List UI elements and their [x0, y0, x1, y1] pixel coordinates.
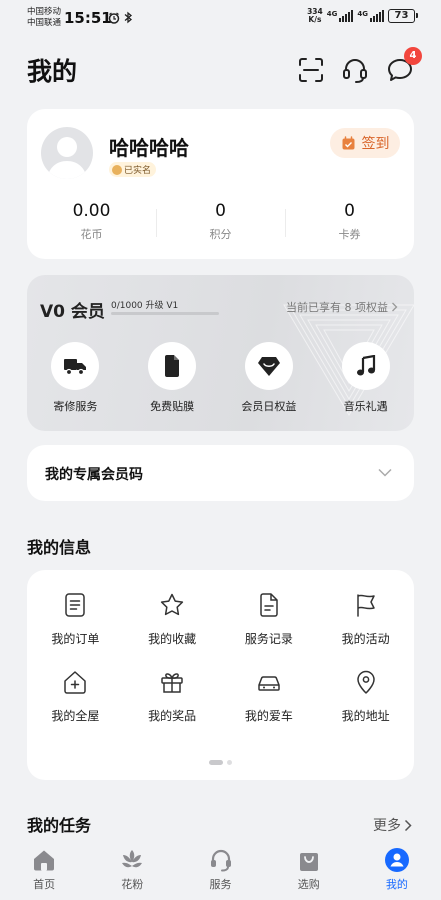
nav-shop[interactable]: 选购	[265, 838, 353, 900]
nav-home[interactable]: 首页	[0, 838, 88, 900]
notification-badge: 4	[404, 47, 422, 65]
service-icon	[210, 849, 231, 872]
stat-points[interactable]: 0 积分	[156, 201, 285, 242]
info-item-activities[interactable]: 我的活动	[317, 592, 414, 647]
avatar[interactable]	[41, 127, 93, 179]
stat-coupons[interactable]: 0 卡券	[285, 201, 414, 242]
carrier-2: 中国联通	[27, 18, 62, 28]
membership-card[interactable]: V0 会员 0/1000 升级 V1 当前已享有 8 项权益 寄修服务 免费贴膜…	[27, 275, 414, 431]
star-icon	[160, 593, 184, 616]
my-info-title: 我的信息	[27, 538, 92, 557]
headset-icon[interactable]	[341, 56, 369, 84]
verified-icon	[112, 164, 122, 175]
profile-stats: 0.00 花币 0 积分 0 卡券	[27, 201, 414, 242]
clock: 15:51	[64, 9, 112, 27]
scan-icon[interactable]	[297, 56, 325, 84]
member-progress-text: 0/1000 升级 V1	[111, 301, 179, 311]
page-title: 我的	[27, 57, 78, 86]
home-icon	[34, 850, 55, 871]
shopping-bag-icon	[299, 853, 318, 871]
avatar-placeholder-icon	[47, 137, 87, 179]
profile-card[interactable]: 哈哈哈哈 已实名 签到 0.00 花币 0 积分 0 卡券	[27, 109, 414, 259]
info-item-whole-house[interactable]: 我的全屋	[27, 669, 124, 724]
phone-film-icon	[165, 355, 180, 377]
house-icon	[64, 671, 87, 694]
gift-icon	[161, 673, 183, 693]
info-item-service-records[interactable]: 服务记录	[221, 592, 318, 647]
more-tasks-link[interactable]: 更多	[373, 815, 412, 835]
page-dot-active	[209, 760, 223, 765]
signal-1-icon: 4G	[327, 10, 354, 22]
location-icon	[356, 670, 375, 694]
status-right: 334 K/s 4G 4G 73	[307, 7, 418, 24]
member-code-row[interactable]: 我的专属会员码	[27, 445, 414, 501]
info-item-orders[interactable]: 我的订单	[27, 592, 124, 647]
alarm-icon	[108, 12, 120, 24]
info-item-favorites[interactable]: 我的收藏	[124, 592, 221, 647]
perk-music[interactable]: 音乐礼遇	[317, 342, 414, 414]
bottom-nav: 首页 花粉 服务 选购 我的	[0, 838, 441, 900]
info-item-address[interactable]: 我的地址	[317, 669, 414, 724]
net-speed: 334 K/s	[307, 7, 323, 24]
verified-badge: 已实名	[109, 162, 157, 177]
service-record-icon	[260, 593, 278, 617]
member-rights-link[interactable]: 当前已享有 8 项权益	[286, 299, 398, 315]
member-perks: 寄修服务 免费贴膜 会员日权益 音乐礼遇	[27, 342, 414, 414]
member-code-label: 我的专属会员码	[45, 467, 143, 483]
page-indicator	[27, 760, 414, 765]
perk-member-day[interactable]: 会员日权益	[221, 342, 318, 414]
nav-fans[interactable]: 花粉	[88, 838, 176, 900]
profile-icon	[384, 848, 409, 872]
info-item-prizes[interactable]: 我的奖品	[124, 669, 221, 724]
chevron-right-icon	[404, 819, 412, 831]
bluetooth-icon	[124, 11, 133, 24]
order-icon	[65, 593, 86, 617]
my-tasks-title: 我的任务	[27, 816, 92, 835]
battery-icon: 73	[388, 9, 418, 23]
calendar-check-icon	[342, 135, 354, 149]
nav-profile[interactable]: 我的	[353, 838, 441, 900]
carrier-1: 中国移动	[27, 7, 62, 17]
chevron-down-icon[interactable]	[378, 468, 392, 477]
stat-coins[interactable]: 0.00 花币	[27, 201, 156, 242]
member-progress-bar	[111, 312, 219, 315]
diamond-icon	[257, 357, 280, 376]
page-dot	[227, 760, 232, 765]
perk-free-film[interactable]: 免费贴膜	[124, 342, 221, 414]
member-level: V0 会员	[40, 302, 105, 322]
status-bar: 中国移动 中国联通 15:51 334 K/s 4G 4G 73	[0, 0, 441, 38]
carrier-info: 中国移动 中国联通	[27, 7, 61, 29]
status-icons	[108, 11, 133, 24]
music-note-icon	[356, 355, 375, 376]
chevron-right-icon	[392, 302, 398, 312]
car-icon	[258, 676, 280, 691]
flower-icon	[122, 850, 143, 868]
nav-service[interactable]: 服务	[176, 838, 264, 900]
info-item-car[interactable]: 我的爱车	[221, 669, 318, 724]
my-info-card: 我的订单 我的收藏 服务记录 我的活动 我的全屋 我的奖品 我的爱车 我的地址	[27, 570, 414, 780]
perk-repair-service[interactable]: 寄修服务	[27, 342, 124, 414]
flag-icon	[356, 594, 375, 617]
my-info-grid: 我的订单 我的收藏 服务记录 我的活动 我的全屋 我的奖品 我的爱车 我的地址	[27, 592, 414, 724]
signal-2-icon: 4G	[357, 10, 384, 22]
checkin-button[interactable]: 签到	[330, 128, 400, 158]
truck-icon	[64, 359, 87, 376]
username: 哈哈哈哈	[109, 136, 189, 160]
